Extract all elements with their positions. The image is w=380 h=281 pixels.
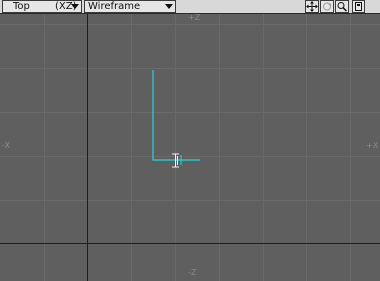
minor-grid bbox=[0, 14, 380, 281]
top-viewport[interactable]: +Z -Z -X +X bbox=[0, 14, 380, 281]
major-grid bbox=[0, 14, 380, 281]
chevron-down-icon bbox=[165, 4, 173, 9]
axis-label-plus-x: +X bbox=[366, 141, 379, 150]
view-type-dropdown[interactable]: Top (XZ) bbox=[2, 0, 82, 13]
axis-label-plus-z: +Z bbox=[188, 14, 201, 22]
axis-label-minus-x: -X bbox=[2, 141, 10, 150]
move-view-icon[interactable] bbox=[305, 0, 319, 13]
rotate-view-icon[interactable] bbox=[320, 0, 334, 13]
viewport-toolbar: Top (XZ) Wireframe bbox=[0, 0, 380, 14]
render-mode-dropdown[interactable]: Wireframe bbox=[84, 0, 176, 13]
view-type-label: Top bbox=[13, 1, 30, 12]
render-mode-label: Wireframe bbox=[88, 1, 141, 12]
viewport-grid bbox=[0, 14, 380, 281]
zoom-view-icon[interactable] bbox=[335, 0, 349, 13]
maximize-viewport-icon[interactable] bbox=[352, 0, 365, 13]
selected-polyline[interactable] bbox=[152, 70, 200, 161]
axis-label-minus-z: -Z bbox=[188, 268, 197, 277]
chevron-down-icon bbox=[71, 4, 79, 9]
